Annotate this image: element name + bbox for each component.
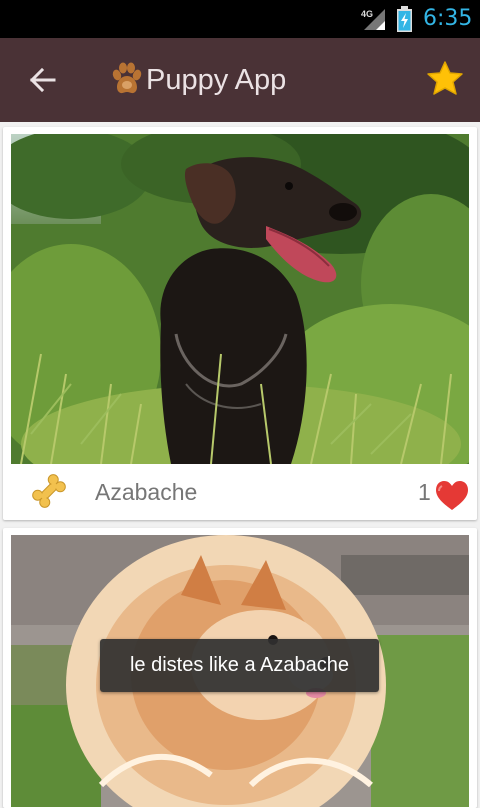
status-clock: 6:35 [423, 6, 473, 31]
battery-charging-icon [397, 6, 412, 32]
status-bar: 4G 6:35 [0, 0, 480, 38]
dog-name: Azabache [95, 479, 198, 505]
back-button[interactable] [20, 58, 64, 102]
back-arrow-icon [29, 67, 56, 93]
dog-photo-black [11, 134, 469, 464]
network-type-label: 4G [361, 9, 373, 19]
like-count: 1 [418, 479, 431, 505]
app-title: Puppy App [146, 64, 287, 96]
bone-icon[interactable] [29, 471, 69, 511]
dog-card: Azabache 1 [3, 127, 477, 520]
heart-icon[interactable] [434, 480, 470, 512]
app-bar: Puppy App [0, 38, 480, 122]
signal-icon: 4G [361, 9, 385, 30]
card-footer: Azabache 1 [3, 467, 477, 517]
star-icon [427, 61, 463, 95]
paw-icon [112, 62, 142, 94]
toast-message: le distes like a Azabache [100, 639, 379, 692]
favorites-star-button[interactable] [424, 58, 466, 100]
